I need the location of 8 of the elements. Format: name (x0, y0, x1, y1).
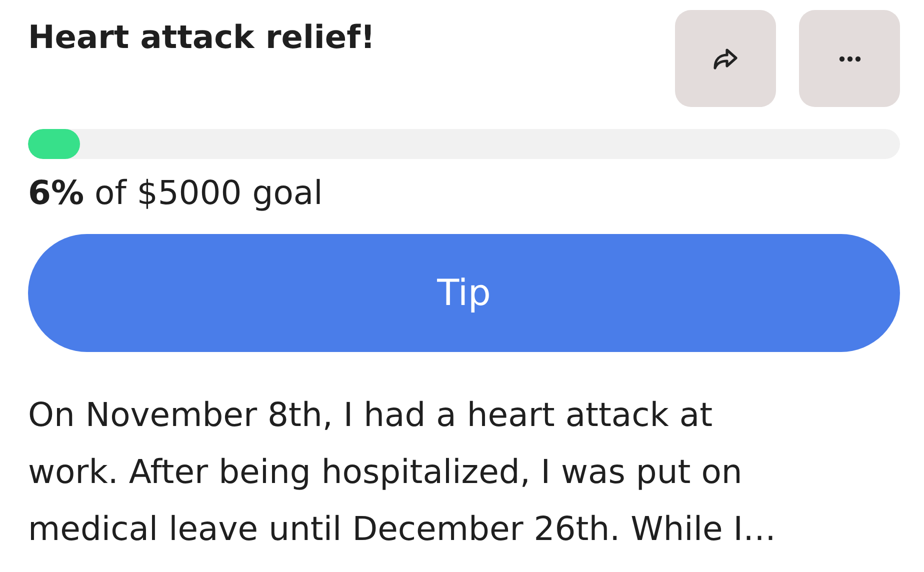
goal-caption: 6% of $5000 goal (28, 173, 324, 212)
more-button[interactable] (799, 10, 900, 107)
more-icon (838, 56, 860, 62)
story-text: On November 8th, I had a heart attack at work. After being hospitalized, I was put on medical leave until December 26th. While I… (28, 394, 778, 550)
share-button[interactable] (675, 10, 776, 107)
share-icon (713, 48, 738, 70)
tip-button[interactable]: Tip (28, 234, 900, 352)
page-title: Heart attack relief! (28, 18, 376, 56)
